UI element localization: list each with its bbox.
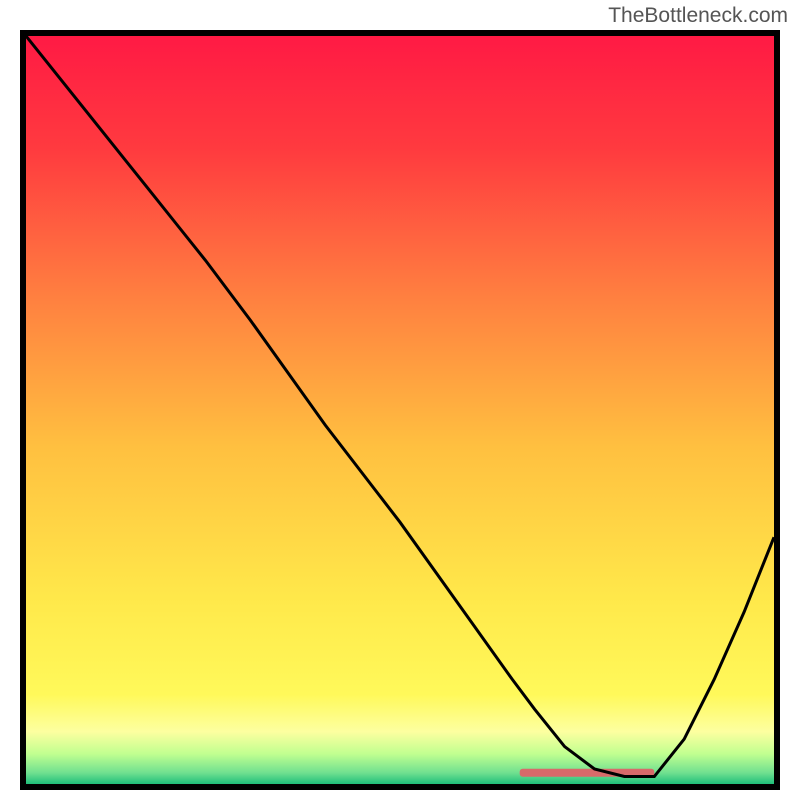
plot-frame: [20, 30, 780, 790]
gradient-background: [26, 36, 774, 784]
watermark-text: TheBottleneck.com: [608, 4, 788, 28]
chart-svg: [26, 36, 774, 784]
chart-container: TheBottleneck.com: [0, 0, 800, 800]
